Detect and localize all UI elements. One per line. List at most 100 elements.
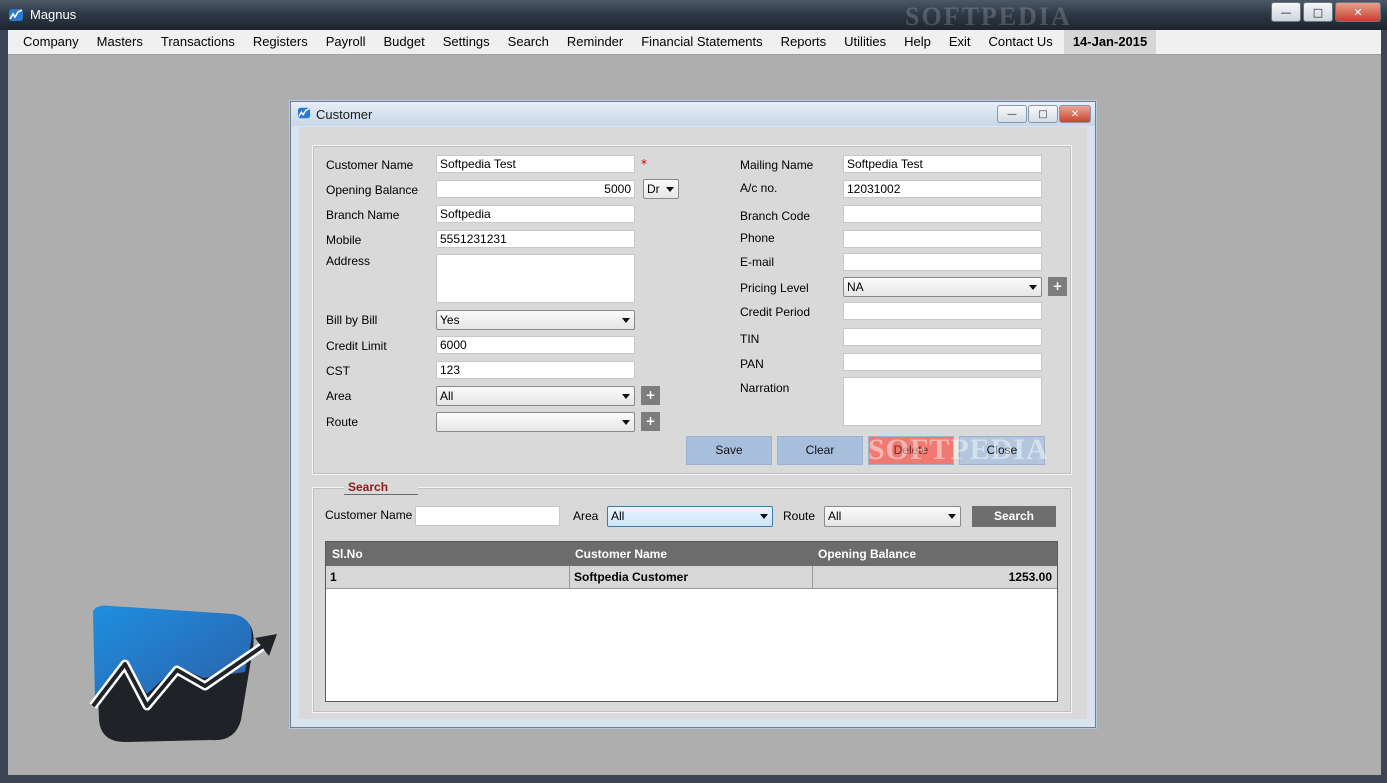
menu-registers[interactable]: Registers — [244, 30, 317, 54]
area-label: Area — [326, 389, 352, 403]
dialog-maximize-icon[interactable]: □ — [1028, 105, 1058, 123]
window-frame-right — [1381, 30, 1387, 783]
credit-period-label: Credit Period — [740, 305, 811, 319]
opening-balance-field[interactable]: 5000 — [436, 180, 635, 198]
add-route-button[interactable]: + — [641, 412, 660, 431]
chevron-down-icon — [666, 187, 674, 192]
window-frame-left — [0, 30, 8, 783]
watermark-text: SOFTPEDIA — [905, 2, 1072, 31]
cst-field[interactable]: 123 — [436, 361, 635, 379]
menu-settings[interactable]: Settings — [434, 30, 499, 54]
table-row[interactable]: 1 Softpedia Customer 1253.00 — [326, 566, 1057, 589]
app-titlebar: Magnus SOFTPEDIA — □ ✕ — [0, 0, 1387, 31]
menu-search[interactable]: Search — [499, 30, 558, 54]
chevron-down-icon — [948, 514, 956, 519]
menu-transactions[interactable]: Transactions — [152, 30, 244, 54]
mobile-field[interactable]: 5551231231 — [436, 230, 635, 248]
search-area-select[interactable]: All — [607, 506, 773, 527]
menu-company[interactable]: Company — [8, 30, 88, 54]
branch-code-label: Branch Code — [740, 209, 811, 223]
dialog-title: Customer — [316, 107, 373, 122]
add-pricing-level-button[interactable]: + — [1048, 277, 1067, 296]
pricing-level-label: Pricing Level — [740, 281, 809, 295]
column-divider — [569, 566, 570, 588]
column-divider — [812, 566, 813, 588]
watermark-text: SOFTPEDIA — [868, 433, 1049, 466]
opening-balance-label: Opening Balance — [326, 183, 419, 197]
credit-limit-label: Credit Limit — [326, 339, 387, 353]
menu-budget[interactable]: Budget — [374, 30, 433, 54]
credit-limit-field[interactable]: 6000 — [436, 336, 635, 354]
email-field[interactable] — [843, 253, 1042, 271]
chevron-down-icon — [622, 318, 630, 323]
narration-label: Narration — [740, 381, 790, 395]
clear-button[interactable]: Clear — [777, 436, 863, 465]
search-customer-name-label: Customer Name — [325, 508, 413, 522]
search-button[interactable]: Search — [972, 506, 1056, 527]
menu-payroll[interactable]: Payroll — [317, 30, 375, 54]
mailing-name-field[interactable]: Softpedia Test — [843, 155, 1042, 173]
chevron-down-icon — [760, 514, 768, 519]
current-date: 14-Jan-2015 — [1063, 30, 1157, 54]
bill-by-bill-value: Yes — [440, 313, 460, 327]
pricing-level-select[interactable]: NA — [843, 277, 1042, 297]
branch-code-field[interactable] — [843, 205, 1042, 223]
dr-cr-select[interactable]: Dr — [643, 179, 679, 199]
dialog-titlebar: Customer — □ ✕ — [291, 102, 1095, 126]
address-label: Address — [326, 254, 371, 268]
tin-field[interactable] — [843, 328, 1042, 346]
search-route-label: Route — [783, 509, 816, 523]
save-button[interactable]: Save — [686, 436, 772, 465]
branch-name-label: Branch Name — [326, 208, 400, 222]
tin-label: TIN — [740, 332, 760, 346]
search-area-label: Area — [573, 509, 599, 523]
cell-customer-name: Softpedia Customer — [574, 570, 689, 584]
add-area-button[interactable]: + — [641, 386, 660, 405]
email-label: E-mail — [740, 255, 775, 269]
menu-utilities[interactable]: Utilities — [835, 30, 895, 54]
magnus-logo-icon — [89, 605, 277, 742]
search-area-value: All — [611, 509, 625, 523]
ac-no-field[interactable]: 12031002 — [843, 180, 1042, 198]
route-select[interactable] — [436, 412, 635, 432]
address-field[interactable] — [436, 254, 635, 303]
column-header-opening-balance[interactable]: Opening Balance — [818, 547, 916, 561]
menu-exit[interactable]: Exit — [940, 30, 980, 54]
bill-by-bill-select[interactable]: Yes — [436, 310, 635, 330]
dialog-close-icon[interactable]: ✕ — [1059, 105, 1091, 123]
dr-cr-value: Dr — [647, 182, 660, 196]
chevron-down-icon — [622, 394, 630, 399]
search-route-select[interactable]: All — [824, 506, 961, 527]
area-value: All — [440, 389, 454, 403]
phone-field[interactable] — [843, 230, 1042, 248]
search-customer-name-field[interactable] — [415, 506, 560, 526]
narration-field[interactable] — [843, 377, 1042, 426]
required-marker: * — [641, 157, 647, 171]
mailing-name-label: Mailing Name — [740, 158, 814, 172]
menu-help[interactable]: Help — [895, 30, 940, 54]
search-route-value: All — [828, 509, 842, 523]
dialog-minimize-icon[interactable]: — — [997, 105, 1027, 123]
menu-masters[interactable]: Masters — [88, 30, 152, 54]
branch-name-field[interactable]: Softpedia — [436, 205, 635, 223]
search-section-title: Search — [344, 480, 419, 495]
chevron-down-icon — [622, 420, 630, 425]
route-label: Route — [326, 415, 359, 429]
area-select[interactable]: All — [436, 386, 635, 406]
customer-results-grid: Sl.No Customer Name Opening Balance 1 So… — [325, 541, 1058, 702]
minimize-icon[interactable]: — — [1271, 2, 1301, 22]
menu-financial-statements[interactable]: Financial Statements — [632, 30, 771, 54]
menu-contact-us[interactable]: Contact Us — [980, 30, 1062, 54]
pan-field[interactable] — [843, 353, 1042, 371]
menu-reports[interactable]: Reports — [772, 30, 836, 54]
customer-name-field[interactable]: Softpedia Test — [436, 155, 635, 173]
cst-label: CST — [326, 364, 350, 378]
maximize-icon[interactable]: □ — [1303, 2, 1333, 22]
column-header-customer-name[interactable]: Customer Name — [575, 547, 667, 561]
customer-name-label: Customer Name — [326, 158, 414, 172]
close-icon[interactable]: ✕ — [1335, 2, 1381, 22]
column-header-sl-no[interactable]: Sl.No — [332, 547, 363, 561]
pricing-level-value: NA — [847, 280, 864, 294]
credit-period-field[interactable] — [843, 302, 1042, 320]
menu-reminder[interactable]: Reminder — [558, 30, 632, 54]
